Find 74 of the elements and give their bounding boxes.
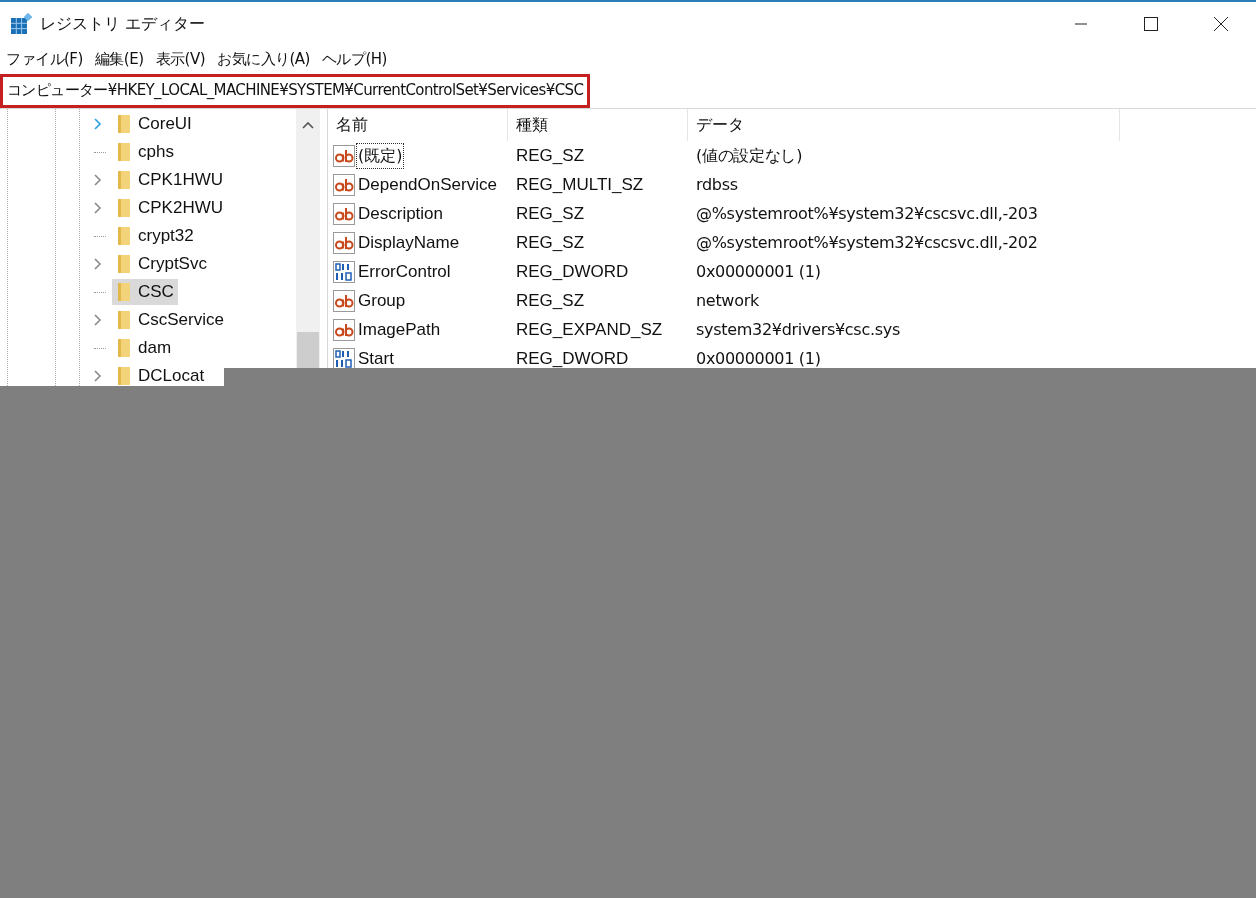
tree-item[interactable]: CPK2HWU xyxy=(112,195,227,221)
tree-item[interactable]: CryptSvc xyxy=(112,251,211,277)
value-name[interactable]: ImagePath xyxy=(357,316,442,343)
value-data: (値の設定なし) xyxy=(695,144,803,167)
value-name[interactable]: DependOnService xyxy=(357,171,498,198)
folder-icon xyxy=(116,338,132,358)
column-header[interactable]: データ xyxy=(688,109,1120,141)
menu-item[interactable]: 表示(V) xyxy=(149,45,211,73)
value-data: network xyxy=(695,289,759,312)
tree-item[interactable]: cphs xyxy=(112,139,178,165)
window-title: レジストリ エディター xyxy=(40,12,206,35)
value-type: REG_SZ xyxy=(515,231,586,254)
value-type: REG_DWORD xyxy=(515,347,630,370)
tree-item[interactable]: crypt32 xyxy=(112,223,198,249)
tree-item[interactable]: dam xyxy=(112,335,176,361)
menu-item[interactable]: ヘルプ(H) xyxy=(315,45,393,73)
folder-icon xyxy=(116,142,132,162)
value-name[interactable]: Group xyxy=(357,287,407,314)
chevron-icon[interactable] xyxy=(94,202,102,214)
value-data: 0x00000001 (1) xyxy=(695,347,821,370)
binary-value-icon xyxy=(333,260,355,283)
chevron-icon[interactable] xyxy=(94,174,102,186)
value-name[interactable]: DisplayName xyxy=(357,229,461,256)
string-value-icon xyxy=(333,144,355,167)
folder-icon xyxy=(116,198,132,218)
tree-item[interactable]: CscService xyxy=(112,307,228,333)
app-icon xyxy=(10,12,32,35)
string-value-icon xyxy=(333,202,355,225)
menu-item[interactable]: 編集(E) xyxy=(88,45,150,73)
tree-item[interactable]: CoreUI xyxy=(112,111,196,137)
folder-icon xyxy=(116,226,132,246)
scrollbar[interactable] xyxy=(296,109,320,368)
menu-item[interactable]: お気に入り(A) xyxy=(211,45,316,73)
tree-item[interactable]: CSC xyxy=(112,279,178,305)
scroll-up-icon[interactable] xyxy=(302,121,314,129)
folder-icon xyxy=(116,310,132,330)
string-value-icon xyxy=(333,173,355,196)
chevron-icon[interactable] xyxy=(94,118,102,130)
string-value-icon xyxy=(333,289,355,312)
value-name[interactable]: Start xyxy=(357,345,395,372)
close-icon xyxy=(1214,16,1228,31)
address-bar[interactable]: コンピューター¥HKEY_LOCAL_MACHINE¥SYSTEM¥CurrentControlSet¥Services¥CSC xyxy=(0,73,591,108)
value-name[interactable]: ErrorControl xyxy=(357,258,452,285)
tree-item[interactable]: CPK1HWU xyxy=(112,167,227,193)
folder-icon xyxy=(116,170,132,190)
folder-icon xyxy=(116,114,132,134)
value-type: REG_DWORD xyxy=(515,260,630,283)
maximize-icon xyxy=(1144,16,1158,31)
column-header[interactable]: 種類 xyxy=(508,109,688,141)
value-name[interactable]: (既定) xyxy=(357,143,404,168)
tree-item[interactable]: DCLocat xyxy=(112,363,209,386)
string-value-icon xyxy=(333,231,355,254)
folder-icon xyxy=(116,366,132,386)
chevron-icon[interactable] xyxy=(94,258,102,270)
binary-value-icon xyxy=(333,347,355,370)
value-data: @%systemroot%¥system32¥cscsvc.dll,-203 xyxy=(695,202,1038,225)
value-type: REG_SZ xyxy=(515,144,586,167)
value-name[interactable]: Description xyxy=(357,200,445,227)
string-value-icon xyxy=(333,318,355,341)
value-data: rdbss xyxy=(695,173,738,196)
menu-item[interactable]: ファイル(F) xyxy=(0,45,89,73)
value-data: system32¥drivers¥csc.sys xyxy=(695,318,900,341)
value-type: REG_SZ xyxy=(515,289,586,312)
column-header[interactable]: 名前 xyxy=(328,109,508,141)
value-data: @%systemroot%¥system32¥cscsvc.dll,-202 xyxy=(695,231,1038,254)
folder-icon xyxy=(116,254,132,274)
folder-icon xyxy=(116,282,132,302)
scrollbar-thumb[interactable] xyxy=(297,332,319,368)
value-type: REG_EXPAND_SZ xyxy=(515,318,664,341)
value-type: REG_SZ xyxy=(515,202,586,225)
value-data: 0x00000001 (1) xyxy=(695,260,821,283)
chevron-icon[interactable] xyxy=(94,314,102,326)
chevron-icon[interactable] xyxy=(94,370,102,382)
value-type: REG_MULTI_SZ xyxy=(515,173,645,196)
